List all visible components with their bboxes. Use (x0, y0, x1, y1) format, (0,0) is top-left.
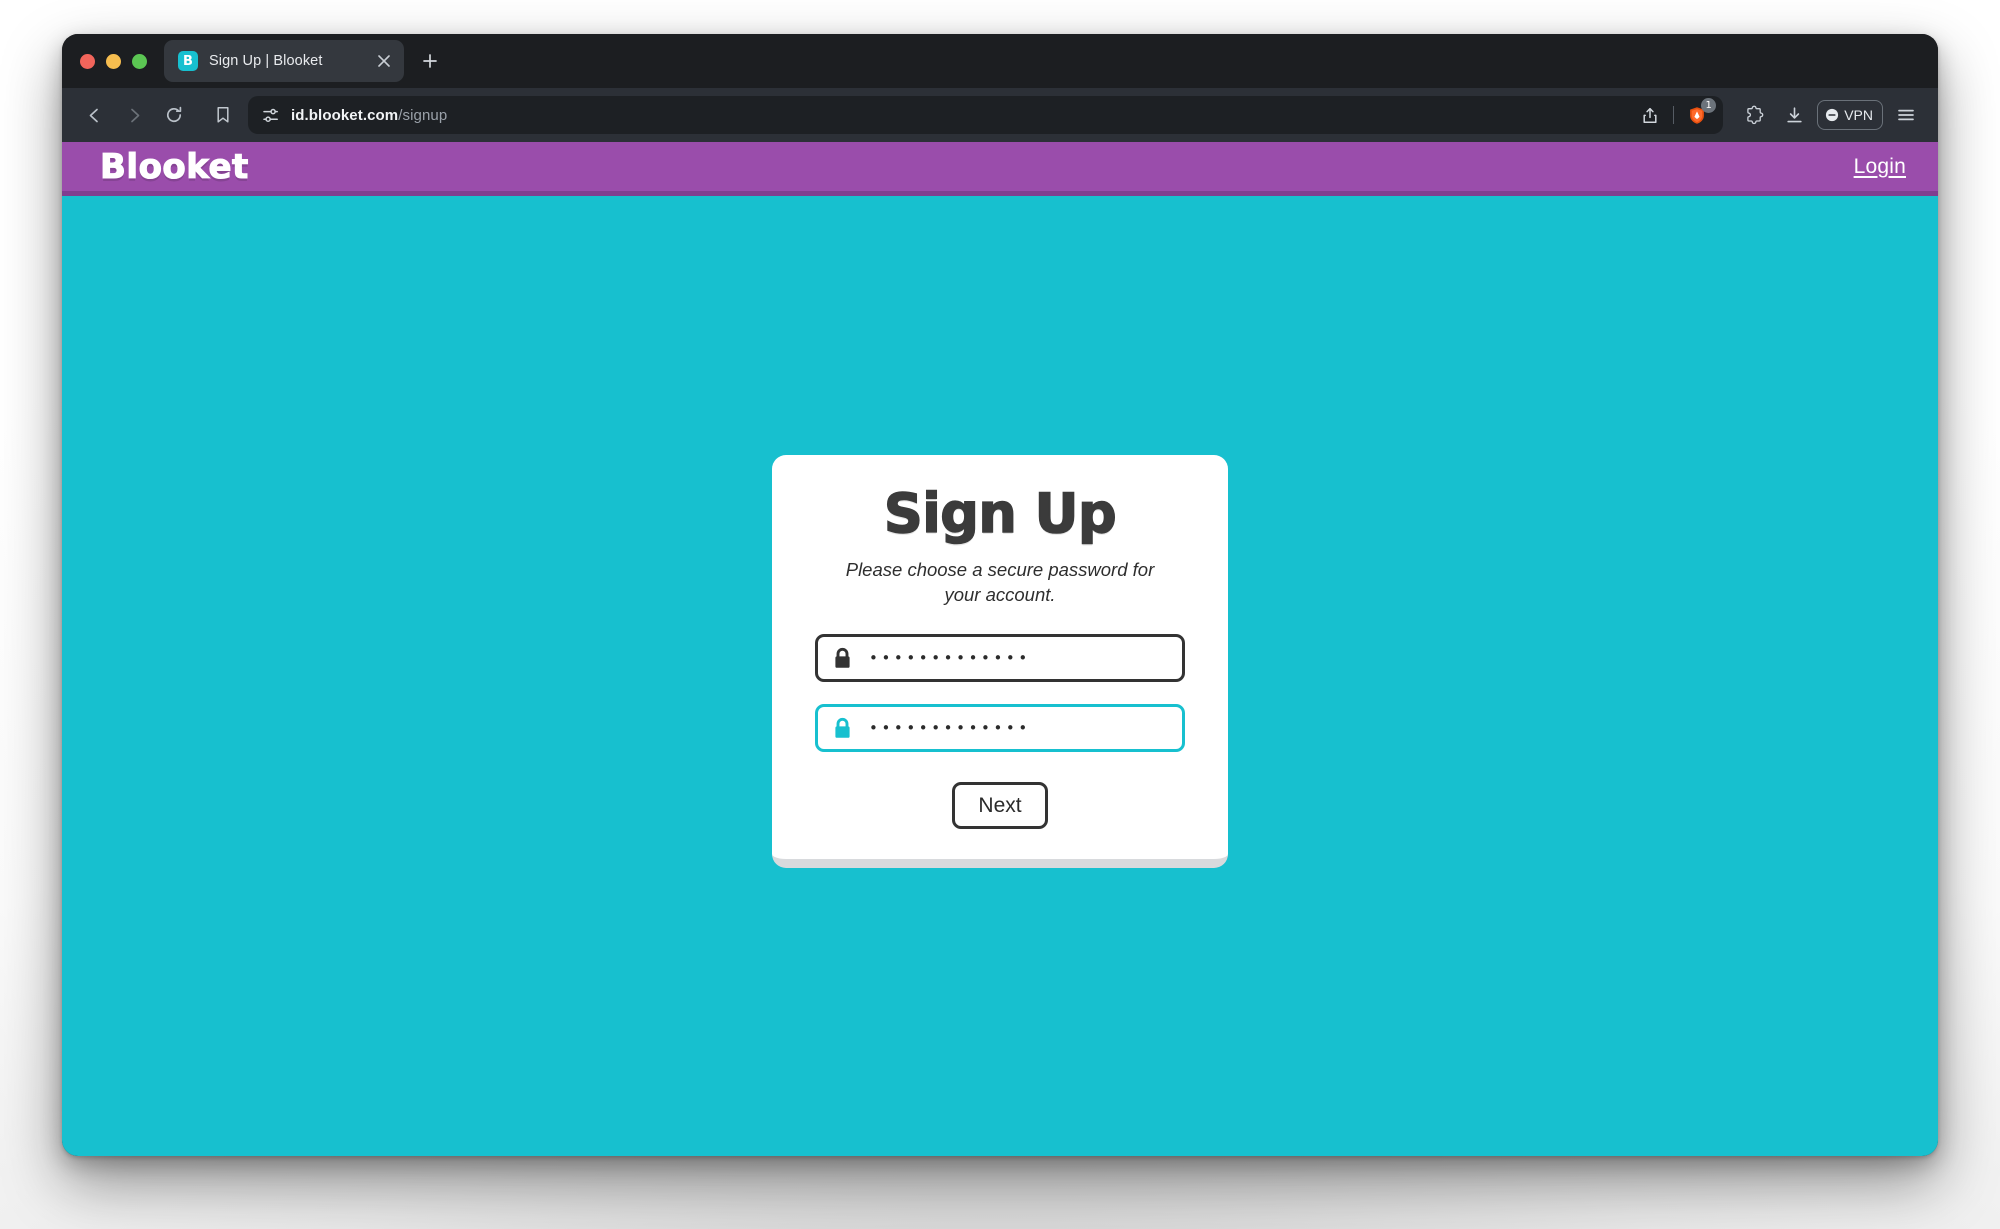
bookmark-icon[interactable] (206, 98, 240, 132)
puzzle-piece-icon[interactable] (1739, 99, 1771, 131)
reload-icon[interactable] (156, 97, 192, 133)
url-path: /signup (398, 106, 448, 124)
vpn-button[interactable]: VPN (1817, 100, 1883, 130)
share-icon[interactable] (1636, 101, 1664, 129)
chevron-right-icon[interactable] (116, 97, 152, 133)
next-button[interactable]: Next (952, 782, 1048, 830)
browser-toolbar: id.blooket.com/signup 1 VPN (62, 88, 1938, 142)
favicon-letter: B (183, 53, 193, 69)
password-masked-value: ••••••••••••• (869, 648, 1031, 667)
address-bar[interactable]: id.blooket.com/signup 1 (248, 96, 1724, 134)
login-link[interactable]: Login (1854, 155, 1906, 179)
lock-icon (832, 717, 853, 740)
vpn-label: VPN (1844, 107, 1873, 123)
confirm-password-field[interactable]: ••••••••••••• (815, 704, 1185, 753)
omnibox-divider (1673, 106, 1675, 124)
address-bar-url: id.blooket.com/signup (291, 107, 1616, 124)
password-field[interactable]: ••••••••••••• (815, 634, 1185, 683)
minus-circle-icon (1825, 108, 1839, 122)
browser-window: B Sign Up | Blooket id.blooket.com/signu… (62, 34, 1938, 1156)
omnibox-row: id.blooket.com/signup 1 (206, 96, 1724, 134)
close-icon[interactable] (374, 51, 394, 71)
signup-card-area: Sign Up Please choose a secure password … (62, 196, 1938, 1151)
site-navbar: Blooket Login (62, 142, 1938, 196)
window-minimize-button[interactable] (106, 53, 121, 69)
browser-tab-active[interactable]: B Sign Up | Blooket (164, 40, 404, 82)
brand-logo[interactable]: Blooket (99, 149, 248, 184)
window-maximize-button[interactable] (132, 53, 147, 69)
url-host: id.blooket.com (291, 106, 399, 124)
signup-card: Sign Up Please choose a secure password … (772, 454, 1228, 869)
brave-shield-icon[interactable]: 1 (1683, 98, 1717, 129)
window-controls (80, 53, 164, 69)
tune-sliders-icon[interactable] (262, 107, 279, 124)
toolbar-extras: VPN (1733, 99, 1922, 131)
omnibox-actions: 1 (1628, 98, 1717, 129)
page-subtitle: Please choose a secure password for your… (845, 559, 1155, 606)
page-title: Sign Up (883, 481, 1117, 545)
hamburger-menu-icon[interactable] (1890, 99, 1922, 131)
lock-icon (832, 647, 853, 670)
chevron-left-icon[interactable] (76, 97, 112, 133)
confirm-password-masked-value: ••••••••••••• (869, 718, 1031, 737)
shield-badge-count: 1 (1701, 98, 1717, 113)
browser-tab-strip: B Sign Up | Blooket (62, 34, 1938, 88)
window-close-button[interactable] (80, 53, 95, 69)
favicon-blooket: B (178, 51, 198, 71)
page-viewport: Blooket Login Sign Up Please choose a se… (62, 142, 1938, 1156)
new-tab-button[interactable] (413, 44, 447, 78)
tab-title: Sign Up | Blooket (209, 53, 323, 69)
download-icon[interactable] (1778, 99, 1810, 131)
